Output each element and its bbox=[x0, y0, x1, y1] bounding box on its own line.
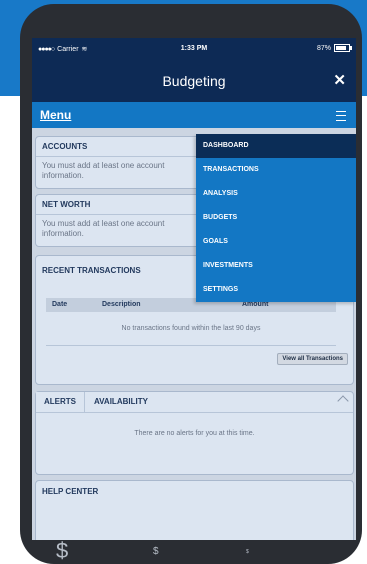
tab-alerts[interactable]: ALERTS bbox=[36, 392, 85, 412]
menu-item-goals[interactable]: GOALS bbox=[196, 230, 356, 254]
view-all-transactions-button[interactable]: View all Transactions bbox=[277, 353, 348, 365]
transactions-table: Date Description Amount No transactions … bbox=[46, 298, 336, 346]
app-screen: ●●●●○ Carrier ≋ 1:33 PM 87% Budgeting ✕ … bbox=[32, 38, 356, 540]
menu-item-budgets[interactable]: BUDGETS bbox=[196, 206, 356, 230]
page-title: Budgeting bbox=[162, 73, 226, 89]
dollar-icon-large: $ bbox=[56, 538, 69, 563]
tab-availability[interactable]: AVAILABILITY bbox=[94, 392, 148, 412]
navigation-dropdown: DASHBOARD TRANSACTIONS ANALYSIS BUDGETS … bbox=[196, 134, 356, 302]
status-bar: ●●●●○ Carrier ≋ 1:33 PM 87% bbox=[32, 38, 356, 60]
battery-percent: 87% bbox=[316, 44, 331, 52]
menu-link[interactable]: Menu bbox=[40, 108, 71, 122]
close-button[interactable]: ✕ bbox=[333, 71, 346, 89]
column-amount: Amount bbox=[242, 301, 269, 308]
menu-item-transactions[interactable]: TRANSACTIONS bbox=[196, 158, 356, 182]
empty-transactions-message: No transactions found within the last 90… bbox=[46, 312, 336, 346]
alerts-message: There are no alerts for you at this time… bbox=[134, 430, 255, 437]
title-bar: Budgeting ✕ bbox=[32, 60, 356, 102]
battery-level bbox=[336, 46, 346, 50]
dollar-icon-medium: $ bbox=[153, 546, 159, 557]
column-date: Date bbox=[52, 301, 68, 308]
dollar-icon-small: $ bbox=[246, 549, 249, 555]
help-center-panel: HELP CENTER bbox=[35, 480, 354, 540]
menu-bar: Menu bbox=[32, 102, 356, 128]
hamburger-icon[interactable] bbox=[336, 111, 346, 121]
column-description: Description bbox=[102, 301, 141, 308]
accounts-message: You must add at least one account inform… bbox=[42, 161, 165, 180]
battery-status: 87% bbox=[316, 44, 352, 52]
chevron-up-icon[interactable] bbox=[337, 395, 349, 407]
menu-item-analysis[interactable]: ANALYSIS bbox=[196, 182, 356, 206]
networth-message: You must add at least one account inform… bbox=[42, 219, 165, 238]
clock: 1:33 PM bbox=[180, 45, 208, 52]
menu-item-investments[interactable]: INVESTMENTS bbox=[196, 254, 356, 278]
alerts-tabs: ALERTS AVAILABILITY bbox=[36, 392, 353, 413]
help-center-heading: HELP CENTER bbox=[42, 487, 99, 496]
dashboard-content: ACCOUNTS You must add at least one accou… bbox=[32, 128, 356, 540]
menu-item-dashboard[interactable]: DASHBOARD bbox=[196, 134, 356, 158]
menu-item-settings[interactable]: SETTINGS bbox=[196, 278, 356, 302]
battery-icon bbox=[334, 44, 352, 52]
alerts-panel: ALERTS AVAILABILITY There are no alerts … bbox=[35, 391, 354, 475]
